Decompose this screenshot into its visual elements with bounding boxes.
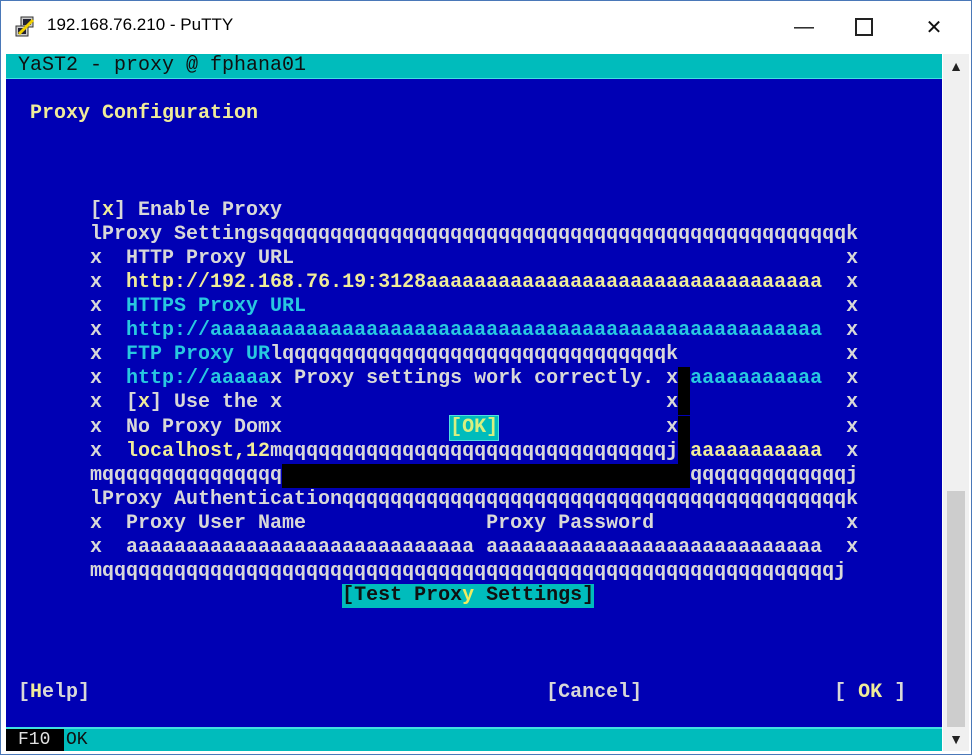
terminal-text: [ — [6, 680, 31, 704]
popup-shadow — [282, 463, 691, 488]
terminal-line: [Help] [Cancel] [ OK ] — [6, 681, 906, 705]
terminal-line: x localhost,12mqqqqqqqqqqqqqqqqqqqqqqqqq… — [6, 439, 859, 464]
terminal-text: x — [6, 439, 127, 463]
function-key-bar: F10 OK — [6, 727, 942, 751]
input-field[interactable]: http://aaaaa — [126, 367, 270, 391]
terminal-line: x No Proxy Domx [OK] x x — [6, 414, 859, 441]
terminal-text: x — [690, 415, 859, 439]
terminal-line: Proxy Configuration — [6, 102, 258, 126]
minimize-button[interactable]: — — [781, 9, 827, 45]
popup-shadow — [678, 415, 691, 440]
terminal-line: x http://aaaaaaaaaaaaaaaaaaaaaaaaaaaaaaa… — [6, 319, 858, 343]
yast-header: YaST2 - proxy @ fphana01 — [18, 54, 307, 78]
popup-ok-button[interactable]: [OK] — [449, 414, 500, 441]
terminal-text: x Proxy User Name Proxy Password x — [6, 511, 859, 535]
terminal-text: x — [822, 319, 859, 343]
terminal-line: x http://aaaaax Proxy settings work corr… — [6, 367, 859, 392]
terminal-text: [ — [6, 198, 103, 222]
terminal-text: lProxy Authenticationqqqqqqqqqqqqqqqqqqq… — [6, 487, 859, 511]
terminal-text: x — [138, 391, 151, 415]
input-field[interactable]: http://192.168.76.19:3128aaaaaaaaaaaaaaa… — [126, 271, 822, 295]
input-field[interactable]: x aaaaaaaaaaaaaaaaaaaaaaaaaaaaa aaaaaaaa… — [6, 536, 858, 560]
terminal-text: x — [822, 367, 859, 391]
input-field[interactable]: aaaaaaaaaaa — [690, 440, 822, 464]
terminal-text: Proxy Configuration — [30, 102, 259, 126]
terminal-text: OK — [858, 680, 883, 704]
terminal-text: x — [6, 295, 127, 318]
terminal-line: [Test Proxy Settings] — [6, 584, 595, 609]
close-icon: ✕ — [925, 16, 943, 39]
terminal-text: x — [6, 367, 127, 391]
scroll-up-icon[interactable]: ▲ — [943, 58, 969, 74]
terminal-text: H — [30, 680, 43, 704]
terminal[interactable]: YaST2 - proxy @ fphana01 F10 OK Proxy Co… — [6, 54, 942, 751]
terminal-text: x — [102, 198, 115, 222]
popup-shadow — [678, 391, 691, 416]
terminal-line: lProxy Settingsqqqqqqqqqqqqqqqqqqqqqqqqq… — [6, 223, 858, 247]
terminal-text: HTTPS Proxy URL — [126, 295, 307, 318]
terminal-text: x [ — [6, 391, 139, 415]
terminal-line: x Proxy User Name Proxy Password x — [6, 512, 858, 536]
terminal-line: x HTTP Proxy URL x — [6, 247, 858, 271]
terminal-line: x http://192.168.76.19:3128aaaaaaaaaaaaa… — [6, 271, 858, 295]
test-proxy-settings-button[interactable]: [Test Prox — [342, 584, 463, 609]
maximize-button[interactable] — [841, 9, 887, 45]
putty-icon — [15, 16, 35, 37]
terminal-line: [x] Enable Proxy — [6, 199, 282, 223]
terminal-text: x — [6, 319, 127, 343]
test-proxy-settings-button[interactable]: y — [462, 584, 475, 609]
terminal-text: x HTTP Proxy URL x — [6, 246, 859, 270]
terminal-text: x — [6, 270, 127, 294]
terminal-text: mqqqqqqqqqqqqqqq — [6, 463, 283, 487]
minimize-icon: — — [794, 15, 814, 38]
window-title: 192.168.76.210 - PuTTY — [47, 15, 234, 34]
putty-window: 192.168.76.210 - PuTTY — ✕ YaST2 - proxy… — [0, 0, 972, 755]
input-field[interactable]: http://aaaaaaaaaaaaaaaaaaaaaaaaaaaaaaaaa… — [126, 319, 822, 343]
scroll-down-icon[interactable]: ▼ — [943, 731, 969, 747]
terminal-text: x No Proxy Domx — [6, 415, 451, 439]
terminal-line: lProxy Authenticationqqqqqqqqqqqqqqqqqqq… — [6, 488, 858, 512]
terminal-text: FTP Proxy UR — [126, 343, 271, 367]
terminal-text: lProxy Settingsqqqqqqqqqqqqqqqqqqqqqqqqq… — [6, 222, 859, 246]
terminal-line: x FTP Proxy URlqqqqqqqqqqqqqqqqqqqqqqqqq… — [6, 343, 858, 367]
terminal-text: x — [498, 415, 679, 439]
terminal-text: elp] [Cancel] [ — [42, 680, 859, 704]
f10-key[interactable]: F10 — [6, 729, 64, 751]
close-button[interactable]: ✕ — [911, 9, 957, 45]
terminal-text: x — [690, 391, 859, 415]
test-proxy-settings-button[interactable]: Settings] — [474, 584, 595, 609]
popup-shadow — [678, 439, 691, 464]
terminal-text: x — [306, 295, 859, 318]
terminal-text: qqqqqqqqqqqqqj — [690, 463, 859, 487]
terminal-line: mqqqqqqqqqqqqqqq qqqqqqqqqqqqqj — [6, 463, 859, 488]
terminal-text: ] — [882, 680, 907, 704]
terminal-text: lqqqqqqqqqqqqqqqqqqqqqqqqqqqqqqqqk x — [270, 343, 859, 367]
terminal-text: x Proxy settings work correctly. x — [270, 367, 679, 391]
scrollbar-thumb[interactable] — [947, 491, 965, 727]
terminal-text: x — [6, 343, 127, 367]
f10-label: OK — [66, 730, 88, 750]
terminal-line: mqqqqqqqqqqqqqqqqqqqqqqqqqqqqqqqqqqqqqqq… — [6, 560, 846, 584]
popup-shadow — [678, 367, 691, 392]
scrollbar[interactable]: ▲ ▼ — [943, 54, 969, 751]
terminal-text: localhost,12 — [126, 439, 271, 463]
terminal-line: x aaaaaaaaaaaaaaaaaaaaaaaaaaaaa aaaaaaaa… — [6, 536, 858, 560]
terminal-text: x — [822, 270, 859, 294]
terminal-text: mqqqqqqqqqqqqqqqqqqqqqqqqqqqqqqqqj — [270, 439, 679, 463]
terminal-line: x HTTPS Proxy URL x — [6, 295, 858, 319]
input-field[interactable]: aaaaaaaaaaa — [690, 367, 822, 391]
title-bar: 192.168.76.210 - PuTTY — ✕ — [1, 1, 971, 53]
terminal-text: ] Enable Proxy — [114, 198, 283, 222]
terminal-text: mqqqqqqqqqqqqqqqqqqqqqqqqqqqqqqqqqqqqqqq… — [6, 560, 847, 584]
terminal-text: ] Use the x x — [150, 391, 679, 415]
terminal-text: x — [822, 439, 859, 463]
maximize-icon — [855, 18, 873, 36]
terminal-line: x [x] Use the x x x — [6, 391, 859, 416]
yast-header-bar: YaST2 - proxy @ fphana01 — [6, 54, 942, 79]
